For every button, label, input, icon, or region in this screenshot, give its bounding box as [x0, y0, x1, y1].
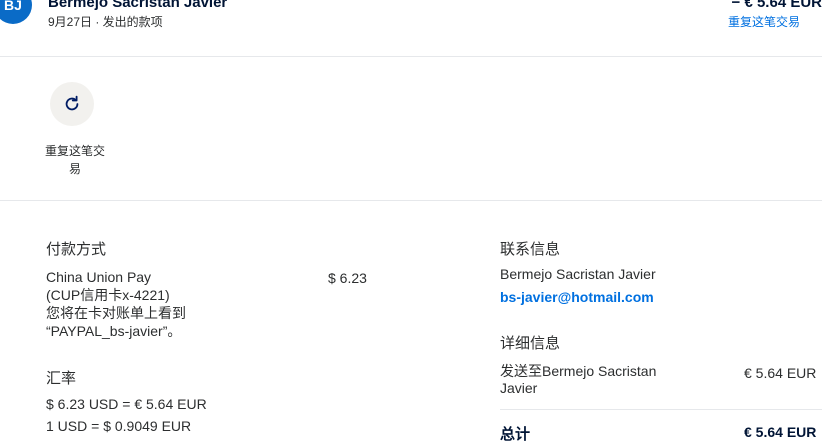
payment-method-amount: $ 6.23	[328, 270, 367, 286]
ship-to-line: Javier	[500, 380, 538, 396]
payment-method-line: “PAYPAL_bs-javier”。	[46, 323, 182, 339]
exchange-rate-title: 汇率	[46, 370, 77, 387]
repeat-transaction-link[interactable]: 重复这笔交易	[728, 13, 800, 30]
ship-amount: € 5.64 EUR	[744, 365, 817, 381]
contact-name: Bermejo Sacristan Javier	[500, 266, 656, 282]
payment-method-title: 付款方式	[46, 241, 107, 258]
transaction-amount: − € 5.64 EUR	[731, 0, 822, 11]
refresh-icon	[62, 94, 82, 114]
total-amount: € 5.64 EUR	[744, 424, 817, 440]
exchange-rate-conversion: $ 6.23 USD = € 5.64 EUR	[46, 396, 207, 412]
header-divider	[0, 56, 822, 57]
repeat-transaction-button[interactable]	[50, 82, 94, 126]
payment-method-line: China Union Pay	[46, 269, 152, 285]
exchange-rate-unit: 1 USD = $ 0.9049 EUR	[46, 418, 192, 434]
counterparty-name: Bermejo Sacristan Javier	[48, 0, 228, 11]
payment-method-line: (CUP信用卡x-4221)	[46, 287, 170, 303]
contact-email-link[interactable]: bs-javier@hotmail.com	[500, 289, 654, 305]
repeat-transaction-label: 重复这笔交易	[44, 144, 105, 176]
details-title: 详细信息	[500, 335, 561, 352]
transaction-date-type: 9月27日 · 发出的款项	[48, 15, 163, 29]
total-label: 总计	[500, 426, 531, 443]
ship-to-line: 发送至Bermejo Sacristan	[500, 363, 657, 379]
actions-divider	[0, 200, 822, 201]
contact-info-title: 联系信息	[500, 241, 561, 258]
ship-to-text: 发送至Bermejo Sacristan Javier	[500, 363, 700, 397]
avatar: BJ	[0, 0, 32, 24]
payment-method-details: China Union Pay (CUP信用卡x-4221) 您将在卡对账单上看…	[46, 268, 246, 340]
details-divider	[500, 409, 822, 410]
payment-method-line: 您将在卡对账单上看到	[46, 305, 186, 321]
